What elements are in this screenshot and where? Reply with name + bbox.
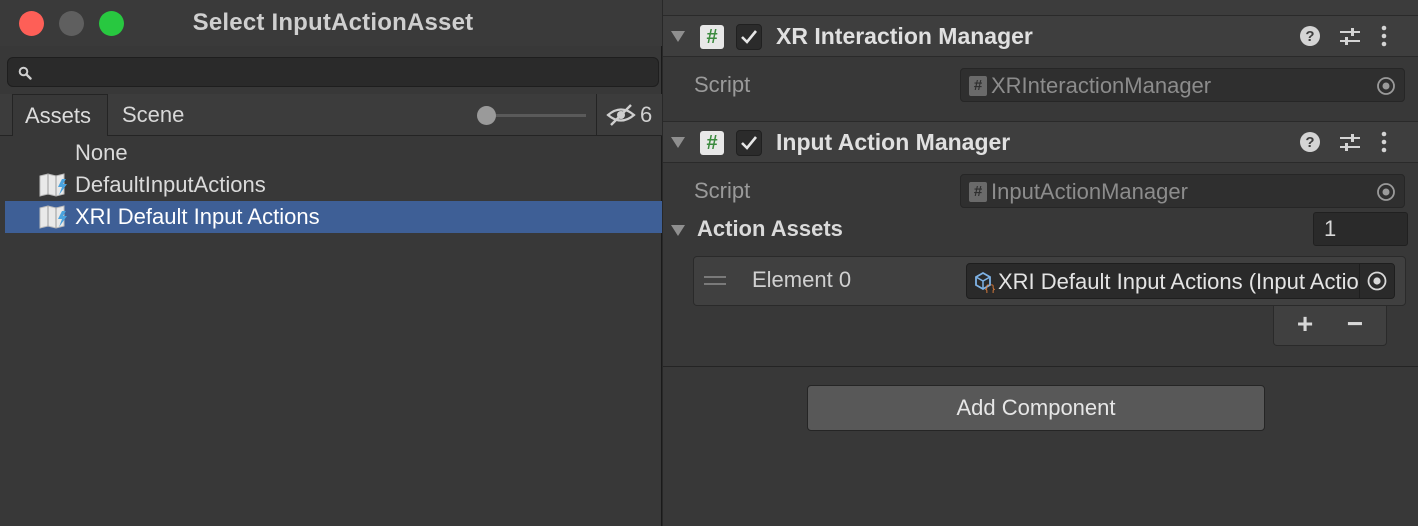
component-enabled-checkbox[interactable]: [736, 130, 762, 156]
component-title: Input Action Manager: [776, 129, 1011, 155]
element-label: Element 0: [752, 267, 852, 292]
hidden-packages-toggle[interactable]: 6: [596, 94, 662, 136]
array-size-field[interactable]: 1: [1313, 212, 1408, 246]
help-icon[interactable]: ?: [1299, 25, 1321, 47]
caret-down-icon[interactable]: [669, 28, 687, 44]
script-label: Script: [694, 178, 751, 203]
kebab-menu-icon[interactable]: [1379, 25, 1389, 47]
add-element-button[interactable]: +: [1290, 308, 1320, 340]
script-field[interactable]: # InputActionManager: [960, 174, 1405, 208]
search-icon: [18, 66, 32, 80]
list-item[interactable]: None: [0, 137, 662, 169]
object-picker-icon[interactable]: [1376, 182, 1396, 202]
caret-down-icon[interactable]: [669, 134, 687, 150]
svg-text:?: ?: [1305, 28, 1314, 45]
window-title: Select InputActionAsset: [192, 9, 474, 36]
eye-slash-icon: [606, 104, 636, 126]
list-footer-buttons: + −: [1273, 306, 1387, 346]
svg-text:{}: {}: [984, 284, 996, 293]
script-value: InputActionManager: [991, 179, 1188, 204]
kebab-menu-icon[interactable]: [1379, 131, 1389, 153]
remove-element-button[interactable]: −: [1340, 308, 1370, 340]
script-icon: #: [700, 25, 724, 49]
list-item-label: None: [75, 140, 128, 165]
object-picker-icon: [1367, 271, 1387, 291]
svg-text:?: ?: [1305, 134, 1314, 151]
list-item-selected[interactable]: XRI Default Input Actions: [5, 201, 662, 233]
list-item-label: DefaultInputActions: [75, 172, 266, 197]
caret-down-icon[interactable]: [669, 222, 687, 238]
list-item-label: XRI Default Input Actions: [75, 204, 320, 229]
object-picker-button[interactable]: [1359, 264, 1394, 298]
divider: [663, 366, 1418, 367]
checkmark-icon: [741, 30, 758, 44]
list-item[interactable]: DefaultInputActions: [0, 169, 662, 201]
element-object-field[interactable]: {} XRI Default Input Actions (Input Acti…: [966, 263, 1395, 299]
presets-sliders-icon[interactable]: [1339, 26, 1361, 48]
component-title: XR Interaction Manager: [776, 23, 1033, 49]
action-assets-label[interactable]: Action Assets: [697, 216, 843, 242]
asset-list: None DefaultInputActions XRI Default Inp…: [0, 137, 662, 233]
presets-sliders-icon[interactable]: [1339, 132, 1361, 154]
drag-handle-icon[interactable]: [704, 276, 726, 285]
item-size-slider-track[interactable]: [486, 114, 586, 117]
window-titlebar: Select InputActionAsset: [0, 0, 662, 46]
inspector-panel: # XR Interaction Manager ? Script # XRIn…: [663, 0, 1418, 526]
help-icon[interactable]: ?: [1299, 131, 1321, 153]
hidden-count: 6: [640, 102, 653, 127]
input-actions-asset-icon: [39, 205, 67, 229]
script-icon: #: [969, 76, 987, 96]
input-actions-asset-icon: [39, 173, 67, 197]
tab-scene[interactable]: Scene: [110, 94, 196, 136]
action-assets-list: Element 0 {} XRI Default Input Actions (…: [693, 256, 1406, 306]
checkmark-icon: [741, 136, 758, 150]
tab-assets[interactable]: Assets: [12, 94, 108, 136]
script-icon: #: [969, 182, 987, 202]
script-icon: #: [700, 131, 724, 155]
element-value: XRI Default Input Actions (Input Action …: [998, 269, 1395, 294]
script-value: XRInteractionManager: [991, 73, 1212, 98]
object-picker-window: Select InputActionAsset Assets Scene 6 N…: [0, 0, 662, 526]
picker-tab-bar: Assets Scene 6: [0, 94, 662, 136]
search-input[interactable]: [7, 57, 659, 87]
component-enabled-checkbox[interactable]: [736, 24, 762, 50]
component-header-input-action-manager[interactable]: # Input Action Manager ?: [663, 121, 1418, 163]
script-label: Script: [694, 72, 751, 97]
script-field[interactable]: # XRInteractionManager: [960, 68, 1405, 102]
component-header-xr-interaction-manager[interactable]: # XR Interaction Manager ?: [663, 15, 1418, 57]
object-picker-icon[interactable]: [1376, 76, 1396, 96]
item-size-slider-handle[interactable]: [477, 106, 496, 125]
add-component-button[interactable]: Add Component: [807, 385, 1265, 431]
input-action-asset-icon: {}: [975, 271, 996, 293]
